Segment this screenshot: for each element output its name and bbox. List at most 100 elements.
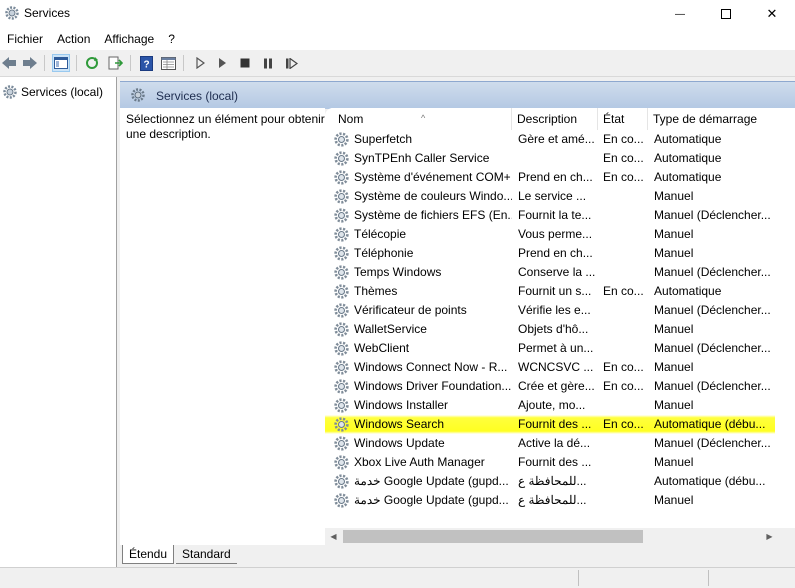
service-gear-icon [334,208,349,223]
service-state [603,244,647,263]
tab-etendu[interactable]: Étendu [122,545,175,564]
column-header-description[interactable]: Description [512,108,598,130]
menu-affichage[interactable]: Affichage [97,32,161,46]
table-row[interactable]: Superfetch Gère et amé... En co... Automati… [325,130,775,149]
show-console-tree-button[interactable] [52,54,70,72]
service-description: للمحافظة ع... [518,493,587,507]
service-startup-type: Automatique (débu... [654,474,766,488]
column-name-label: Nom [338,112,364,126]
scroll-right-icon[interactable]: ▶ [761,528,778,545]
close-icon: ✕ [766,6,778,21]
forward-button[interactable] [21,54,39,72]
service-description: Crée et gère... [518,379,595,393]
table-row[interactable]: Système de couleurs Windo... Le service .… [325,187,775,206]
horizontal-scrollbar[interactable]: ◀ ▶ [325,528,778,545]
service-name: Système de couleurs Windo... [354,189,512,203]
menu-action[interactable]: Action [50,32,97,46]
play-filled-icon [219,58,226,68]
menu-fichier[interactable]: Fichier [0,32,50,46]
service-name: Windows Search [354,417,445,431]
column-header-name[interactable]: Nom ^ [325,108,512,130]
minimize-button[interactable]: — [657,0,703,28]
table-row[interactable]: Xbox Live Auth Manager Fournit des ... Man… [325,453,775,472]
table-row[interactable]: خدمة Google Update (gupd... للمحافظة ع...… [325,472,775,491]
services-gear-icon [3,84,17,99]
service-description: Ajoute, mo... [518,398,586,412]
restart-service-button[interactable] [282,54,300,72]
export-list-button[interactable] [106,54,124,72]
service-gear-icon [334,303,349,318]
service-startup-type: Manuel (Déclencher... [654,379,771,393]
help-button[interactable]: ? [137,54,155,72]
window-title: Services [24,6,71,20]
service-gear-icon [334,265,349,280]
table-row[interactable]: Vérificateur de points Vérifie les e... Ma… [325,301,775,320]
service-gear-icon [334,474,349,489]
toolbar-separator [183,55,184,71]
service-description: Gère et amé... [518,132,595,146]
service-description: Permet à un... [518,341,594,355]
table-row[interactable]: خدمة Google Update (gupd... للمحافظة ع...… [325,491,775,510]
sort-ascending-icon: ^ [421,113,426,123]
pane-header: Services (local) [120,81,795,109]
refresh-button[interactable] [83,54,101,72]
service-name: Vérificateur de points [354,303,467,317]
pause-service-button[interactable] [259,54,277,72]
maximize-icon [721,9,731,19]
scroll-left-icon[interactable]: ◀ [325,528,342,545]
table-row[interactable]: Windows Installer Ajoute, mo... Manuel [325,396,775,415]
status-bar [0,567,795,588]
column-header-startup[interactable]: Type de démarrage [648,108,783,130]
table-row[interactable]: WebClient Permet à un... Manuel (Déclenche… [325,339,775,358]
maximize-button[interactable] [703,0,749,28]
table-row[interactable]: Télécopie Vous perme... Manuel [325,225,775,244]
service-startup-type: Automatique (débu... [654,417,766,431]
column-state-label: État [603,112,625,126]
table-row[interactable]: Système de fichiers EFS (En... Fournit la… [325,206,775,225]
service-gear-icon [334,189,349,204]
start-service-alt-button[interactable] [213,54,231,72]
tree-node-label: Services (local) [21,84,104,99]
horizontal-scroll-thumb[interactable] [343,530,643,543]
service-state [603,301,647,320]
table-row[interactable]: Temps Windows Conserve la ... Manuel (Décl… [325,263,775,282]
table-row[interactable]: WalletService Objets d'hô... Manuel [325,320,775,339]
service-startup-type: Manuel (Déclencher... [654,303,771,317]
table-row[interactable]: Téléphonie Prend en ch... Manuel [325,244,775,263]
service-state [603,434,647,453]
menu-help[interactable]: ? [161,32,182,46]
table-row[interactable]: Système d'événement COM+ Prend en ch... En… [325,168,775,187]
service-gear-icon [334,341,349,356]
column-header-state[interactable]: État [598,108,648,130]
service-description [518,149,598,168]
tab-label: Standard [182,547,231,561]
tree-node-services-local[interactable]: Services (local) [0,83,103,100]
column-startup-label: Type de démarrage [653,112,758,126]
table-row[interactable]: Thèmes Fournit un s... En co... Automatique [325,282,775,301]
close-button[interactable]: ✕ [749,0,795,28]
service-gear-icon [334,170,349,185]
stop-service-button[interactable] [236,54,254,72]
start-service-button[interactable] [191,54,209,72]
service-name: SynTPEnh Caller Service [354,151,490,165]
service-name: Temps Windows [354,265,442,279]
tab-standard[interactable]: Standard [176,545,237,564]
table-row[interactable]: Windows Search Fournit des ... En co... Aut… [325,415,775,434]
services-pane: Services (local) Sélectionnez un élément… [120,81,795,587]
pause-icon [264,58,272,68]
table-row[interactable]: Windows Update Active la dé... Manuel (Déc… [325,434,775,453]
table-row[interactable]: Windows Connect Now - R... WCNCSVC ... En … [325,358,775,377]
service-description: Fournit des ... [518,455,592,469]
service-startup-type: Manuel [654,246,694,260]
table-row[interactable]: SynTPEnh Caller Service En co... Automatiq… [325,149,775,168]
stop-icon [240,58,250,68]
scrollbar-corner [778,528,795,545]
service-name: WebClient [354,341,410,355]
service-description: Fournit la te... [518,208,592,222]
service-state: En co... [603,417,644,431]
service-description: Fournit des ... [518,417,592,431]
status-segment [578,570,709,586]
table-row[interactable]: Windows Driver Foundation... Crée et gère… [325,377,775,396]
back-button[interactable] [0,54,18,72]
properties-button[interactable] [159,54,177,72]
